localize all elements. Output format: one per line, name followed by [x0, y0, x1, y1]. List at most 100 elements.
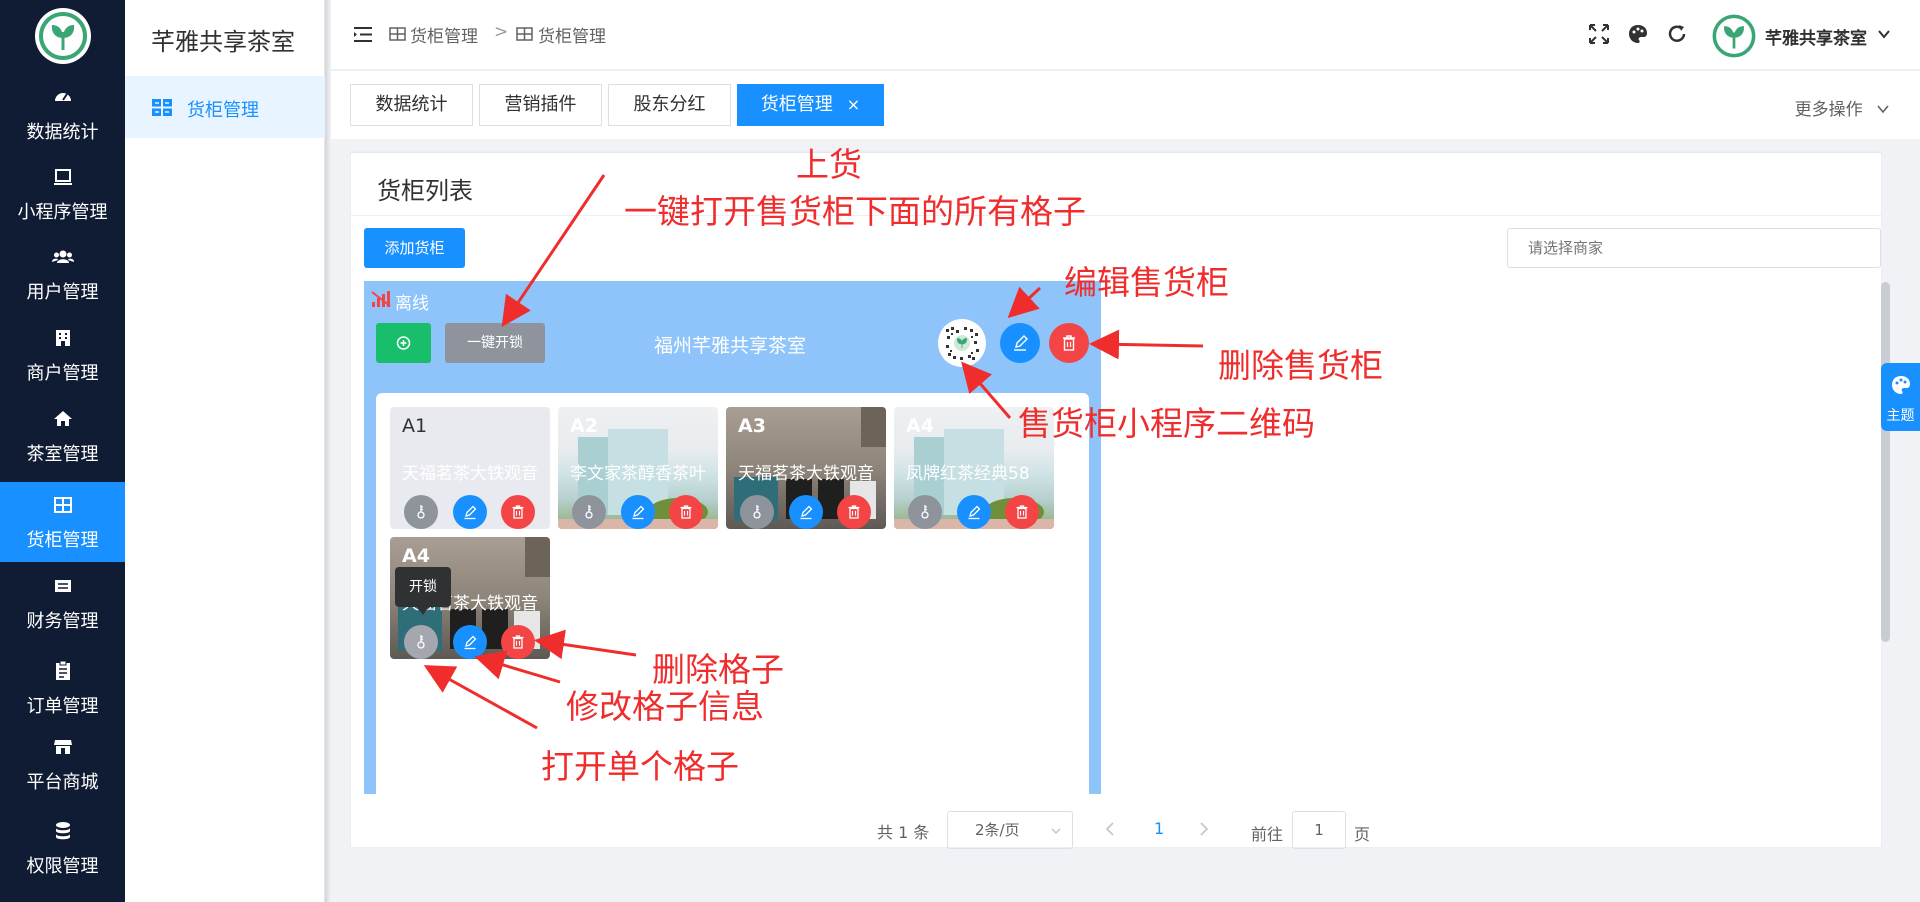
edit-icon — [800, 505, 813, 520]
more-ops-label: 更多操作 — [1794, 100, 1863, 120]
qr-code[interactable] — [938, 319, 986, 367]
key-icon — [417, 635, 425, 649]
delete-slot-button[interactable] — [1005, 495, 1039, 529]
delete-slot-button[interactable] — [501, 495, 535, 529]
cabinet-status: 离线 — [395, 294, 429, 314]
slot-name: 天福茗茶大铁观音 — [738, 464, 874, 484]
breadcrumb-first[interactable]: 货柜管理 — [410, 22, 478, 47]
vertical-scrollbar[interactable] — [1881, 282, 1890, 642]
tab-cabinet[interactable]: 货柜管理 × — [737, 84, 884, 126]
delete-slot-button[interactable] — [837, 495, 871, 529]
database-icon — [56, 822, 70, 840]
slot-card: A1 天福茗茶大铁观音 — [390, 407, 550, 529]
nav-label: 权限管理 — [26, 856, 99, 877]
card-title: 货柜列表 — [377, 177, 473, 205]
slot-area: A1 天福茗茶大铁观音 A2 李文家茶醇香茶叶 A3 天福茗茶大铁观音 A4 凤… — [376, 393, 1089, 794]
grid-icon — [152, 99, 172, 116]
open-slot-button[interactable] — [740, 495, 774, 529]
key-icon — [921, 505, 929, 519]
refresh-icon[interactable] — [1666, 23, 1688, 45]
delete-slot-button[interactable] — [669, 495, 703, 529]
add-cabinet-button[interactable]: 添加货柜 — [364, 228, 465, 268]
delete-icon — [680, 505, 692, 519]
slot-name: 天福茗茶大铁观音 — [402, 464, 538, 484]
user-name[interactable]: 芊雅共享茶室 — [1765, 24, 1867, 49]
edit-slot-button[interactable] — [957, 495, 991, 529]
user-avatar[interactable] — [1709, 11, 1759, 61]
goto-page-input[interactable]: 1 — [1292, 811, 1346, 849]
nav-item-miniprogram[interactable]: 小程序管理 — [0, 154, 125, 234]
annotation-stock: 上货 — [796, 145, 862, 184]
more-operations[interactable]: 更多操作 — [1795, 95, 1890, 120]
slot-code: A4 — [906, 415, 934, 437]
nav-item-users[interactable]: 用户管理 — [0, 234, 125, 314]
cabinet-name: 福州芊雅共享茶室 — [654, 335, 807, 357]
nav-item-finance[interactable]: 财务管理 — [0, 563, 125, 643]
merchant-select[interactable] — [1507, 228, 1881, 268]
delete-slot-button[interactable] — [501, 625, 535, 659]
open-slot-button[interactable] — [908, 495, 942, 529]
page-size-select[interactable]: 2条/页 — [947, 811, 1073, 849]
slot-name: 李文家茶醇香茶叶 — [570, 464, 706, 484]
app-title: 芊雅共享茶室 — [151, 28, 295, 56]
subnav-item-cabinet[interactable]: 货柜管理 — [125, 76, 325, 138]
tab-dividend[interactable]: 股东分红 — [608, 84, 731, 126]
nav-item-orders[interactable]: 订单管理 — [0, 648, 125, 728]
nav-label: 货柜管理 — [26, 530, 99, 551]
delete-cabinet-button[interactable] — [1049, 323, 1089, 363]
annotation-open-all: 一键打开售货柜下面的所有格子 — [624, 192, 1086, 231]
delete-icon — [1016, 505, 1028, 519]
page-size-value: 2条/页 — [975, 821, 1020, 839]
edit-icon — [968, 505, 981, 520]
stock-button[interactable] — [376, 323, 431, 363]
next-page-icon[interactable] — [1197, 820, 1211, 838]
building-icon — [56, 330, 70, 346]
chevron-down-icon[interactable] — [1877, 27, 1891, 41]
annotation-qr-code: 售货柜小程序二维码 — [1018, 404, 1315, 443]
edit-slot-button[interactable] — [453, 625, 487, 659]
tab-label: 营销插件 — [504, 94, 577, 115]
page-number[interactable]: 1 — [1154, 819, 1164, 838]
delete-icon — [848, 505, 860, 519]
nav-item-tearoom[interactable]: 茶室管理 — [0, 396, 125, 476]
open-slot-button[interactable] — [572, 495, 606, 529]
nav-label: 商户管理 — [26, 363, 99, 384]
tab-label: 数据统计 — [375, 94, 448, 115]
menu-fold-icon[interactable] — [353, 26, 373, 43]
nav-item-cabinet[interactable]: 货柜管理 — [0, 482, 125, 562]
delete-icon — [512, 505, 524, 519]
nav-label: 茶室管理 — [26, 444, 99, 465]
fullscreen-icon[interactable] — [1588, 23, 1610, 45]
tab-label: 股东分红 — [633, 94, 706, 115]
theme-tab[interactable]: 主题 — [1881, 363, 1920, 431]
card-header: 货柜列表 — [351, 152, 1881, 216]
edit-slot-button[interactable] — [621, 495, 655, 529]
open-slot-button[interactable] — [404, 625, 438, 659]
edit-slot-button[interactable] — [453, 495, 487, 529]
leaf-logo-icon — [1712, 14, 1756, 58]
tab-marketing[interactable]: 营销插件 — [479, 84, 602, 126]
theme-label: 主题 — [1886, 408, 1915, 424]
nav-item-mall[interactable]: 平台商城 — [0, 724, 125, 804]
nav-item-dashboard[interactable]: 数据统计 — [0, 74, 125, 154]
prev-page-icon[interactable] — [1103, 820, 1117, 838]
palette-icon[interactable] — [1627, 23, 1649, 45]
edit-slot-button[interactable] — [789, 495, 823, 529]
annotation-edit-slot: 修改格子信息 — [566, 687, 764, 726]
shop-icon — [54, 740, 72, 754]
open-slot-button[interactable] — [404, 495, 438, 529]
tab-close-icon[interactable]: × — [847, 95, 860, 114]
nav-item-permissions[interactable]: 权限管理 — [0, 808, 125, 888]
grid-icon — [54, 497, 72, 513]
nav-item-merchants[interactable]: 商户管理 — [0, 315, 125, 395]
nav-label: 数据统计 — [26, 122, 99, 143]
qr-code-icon — [944, 325, 980, 361]
open-all-button[interactable]: 一键开锁 — [445, 323, 545, 363]
edit-icon — [1014, 335, 1028, 351]
edit-cabinet-button[interactable] — [1000, 323, 1040, 363]
nav-label: 用户管理 — [26, 282, 99, 303]
tab-statistics[interactable]: 数据统计 — [350, 84, 473, 126]
clipboard-icon — [56, 660, 70, 680]
nav-label: 财务管理 — [26, 611, 99, 632]
brand-logo — [35, 8, 91, 64]
